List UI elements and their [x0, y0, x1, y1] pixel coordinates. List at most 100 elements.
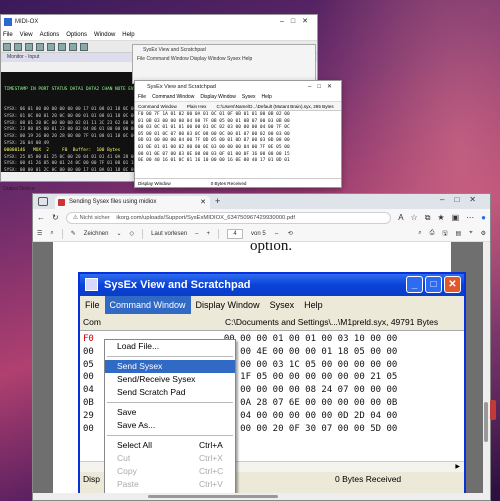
old-file-path: C:\Documents and Settings\...\M1preld.sy…: [225, 317, 439, 327]
save-as-icon[interactable]: ▤: [456, 230, 462, 237]
bytes-received-label: 0 Bytes Received: [210, 181, 247, 186]
monitor-line: SYSX: 06 01 00 00 00 00 00 00 17 01 08 0…: [4, 106, 141, 112]
taskbar-app-icon[interactable]: [490, 400, 496, 420]
toolbar-button-icon[interactable]: [69, 43, 77, 51]
monitor-line: SYSX: 00 19 26 00 20 28 00 00 7F 01 08 0…: [4, 134, 141, 140]
pdf-page-text: option.: [250, 242, 293, 254]
old-hex-values: 00 00 00 01 00 01 00 03 10 00 00: [223, 334, 398, 344]
window-controls-icon[interactable]: –□✕: [308, 81, 338, 93]
draw-label[interactable]: Zeichnen: [84, 231, 109, 237]
monitor-line: SYSX: 26 04 00 49: [4, 140, 49, 146]
contents-icon[interactable]: ☰: [37, 230, 42, 237]
old-app-icon: [85, 278, 98, 291]
midiox-titlebar[interactable]: MIDI-OX –□✕: [1, 15, 317, 29]
pin-icon[interactable]: ⌖: [469, 230, 472, 237]
collections-icon[interactable]: ▣: [452, 213, 460, 222]
old-hex-left: 00: [83, 372, 94, 383]
old-hex-values: 00 1F 05 00 00 00 00 00 00 21 05: [223, 372, 398, 383]
old-hex-left: 05: [83, 359, 94, 370]
menu-item-label: Cut: [117, 453, 131, 463]
search-icon[interactable]: ⌕: [50, 230, 53, 237]
erase-icon[interactable]: ◇: [130, 230, 135, 237]
sysex-menu-item[interactable]: Help: [262, 94, 272, 100]
print-icon[interactable]: ⎙: [430, 230, 435, 237]
menu-item-view[interactable]: View: [20, 32, 33, 38]
hex-line: 0D 03 00 00 00 04 00 7F 0D 05 00 01 0D 0…: [138, 138, 290, 144]
old-menu-item: File: [85, 300, 100, 310]
toolbar-button-icon[interactable]: [80, 43, 88, 51]
menu-item-help[interactable]: Help: [122, 32, 134, 38]
menu-item-label: Select All: [117, 440, 152, 450]
toolbar-button-icon[interactable]: [25, 43, 33, 51]
old-hex-left: 29: [83, 410, 94, 421]
workspaces-icon[interactable]: [38, 197, 48, 206]
pdf-search-icon[interactable]: ⌕: [418, 230, 421, 237]
favorite-icon[interactable]: ☆: [411, 213, 418, 222]
not-secure-icon[interactable]: ⚠ Nicht sicher: [73, 215, 110, 221]
menu-item-send-sysex[interactable]: Send Sysex: [105, 360, 235, 373]
read-aloud-label[interactable]: Laut vorlesen: [151, 231, 187, 237]
fit-page-icon[interactable]: ⇔: [274, 231, 280, 237]
menu-item-window[interactable]: Window: [94, 32, 115, 38]
sysex-menu-item[interactable]: Command Window: [152, 94, 194, 100]
menu-item-actions[interactable]: Actions: [40, 32, 60, 38]
sysex-menu-item[interactable]: Sysex: [242, 94, 256, 100]
pdf-settings-icon[interactable]: ⚙: [481, 230, 486, 237]
toolbar-button-icon[interactable]: [3, 43, 11, 51]
rotate-icon[interactable]: ⟲: [288, 230, 293, 237]
old-column-header: Com C:\Documents and Settings\...\M1prel…: [80, 314, 464, 331]
menu-item-label: Save As...: [117, 420, 156, 430]
new-tab-icon[interactable]: +: [215, 196, 220, 206]
menu-item-shortcut: Ctrl+X: [199, 453, 223, 463]
vertical-scrollbar[interactable]: [483, 242, 490, 500]
refresh-icon[interactable]: ↻: [52, 213, 59, 222]
zoom-in-icon[interactable]: +: [207, 231, 211, 237]
draw-icon[interactable]: ✎: [71, 230, 76, 237]
old-sysex-titlebar: SysEx View and Scratchpad _ □ ✕: [80, 274, 464, 296]
menu-item-send-scratch-pad[interactable]: Send Scratch Pad: [105, 386, 235, 399]
split-screen-icon[interactable]: ⧉: [425, 213, 431, 223]
tab-close-icon[interactable]: ✕: [200, 196, 206, 209]
menu-item-load-file[interactable]: Load File...: [105, 340, 235, 353]
sysex-menu-item[interactable]: Display Window: [200, 94, 236, 100]
toolbar-button-icon[interactable]: [58, 43, 66, 51]
separator: [218, 228, 220, 239]
horizontal-scrollbar[interactable]: [33, 493, 483, 500]
page-number-input[interactable]: 4: [227, 228, 244, 239]
toolbar-button-icon[interactable]: [14, 43, 22, 51]
menu-item-options[interactable]: Options: [66, 32, 87, 38]
scroll-thumb[interactable]: [484, 402, 488, 442]
menu-item-save[interactable]: Save: [105, 406, 235, 419]
back-icon[interactable]: ←: [37, 213, 45, 222]
browser-tab[interactable]: Sending Sysex files using midiox ✕: [55, 196, 210, 209]
toolbar-button-icon[interactable]: [47, 43, 55, 51]
pdf-viewer[interactable]: option. SysEx View and Scratchpad _ □ ✕ …: [33, 242, 490, 500]
toolbar-button-icon[interactable]: [36, 43, 44, 51]
read-aloud-icon[interactable]: A: [398, 213, 403, 222]
menu-item-save-as[interactable]: Save As...: [105, 419, 235, 432]
menu-item-file[interactable]: File: [3, 32, 13, 38]
scroll-thumb[interactable]: [148, 495, 278, 498]
favorites-bar-icon[interactable]: ★: [437, 213, 444, 222]
sysex-titlebar[interactable]: SysEx View and Scratchpad –□✕: [135, 81, 341, 93]
sysex-menu-item[interactable]: File: [138, 94, 146, 100]
menu-item-label: Copy: [117, 466, 137, 476]
sysex-hex-view[interactable]: F0 00 7F 1A 01 02 00 0A 01 0C 01 0F 0B 0…: [135, 111, 341, 166]
hex-line: F0 00 7F 1A 01 02 00 0A 01 0C 01 0F 0B 0…: [138, 112, 290, 117]
menu-item-send-receive-sysex[interactable]: Send/Receive Sysex: [105, 373, 235, 386]
sysex-column-header: Command Window Plain Hex C:\Users\Name\D…: [135, 102, 341, 111]
menu-item-select-all[interactable]: Select All Ctrl+A: [105, 439, 235, 452]
save-icon[interactable]: 🖫: [442, 229, 447, 239]
old-hex-values: 00 00 4E 00 00 00 01 18 05 00 00: [223, 346, 398, 357]
old-hex-left: 0B: [83, 397, 94, 408]
browser-window-controls-icon[interactable]: –□✕: [440, 195, 486, 204]
old-menu-item: Help: [304, 300, 323, 310]
url-field[interactable]: ⚠ Nicht sicher ikorg.com/uploads/Support…: [65, 211, 392, 224]
zoom-out-icon[interactable]: –: [195, 231, 198, 237]
browser-tabstrip: Sending Sysex files using midiox ✕ + –□✕: [33, 194, 490, 209]
edge-copilot-icon[interactable]: ●: [481, 213, 486, 222]
more-icon[interactable]: ⋯: [466, 213, 474, 222]
old-hex-values: 00 0A 28 07 6E 00 00 00 00 00 0B: [223, 397, 398, 408]
draw-dropdown-icon[interactable]: ⌄: [116, 230, 121, 237]
window-controls-icon[interactable]: –□✕: [280, 15, 315, 29]
